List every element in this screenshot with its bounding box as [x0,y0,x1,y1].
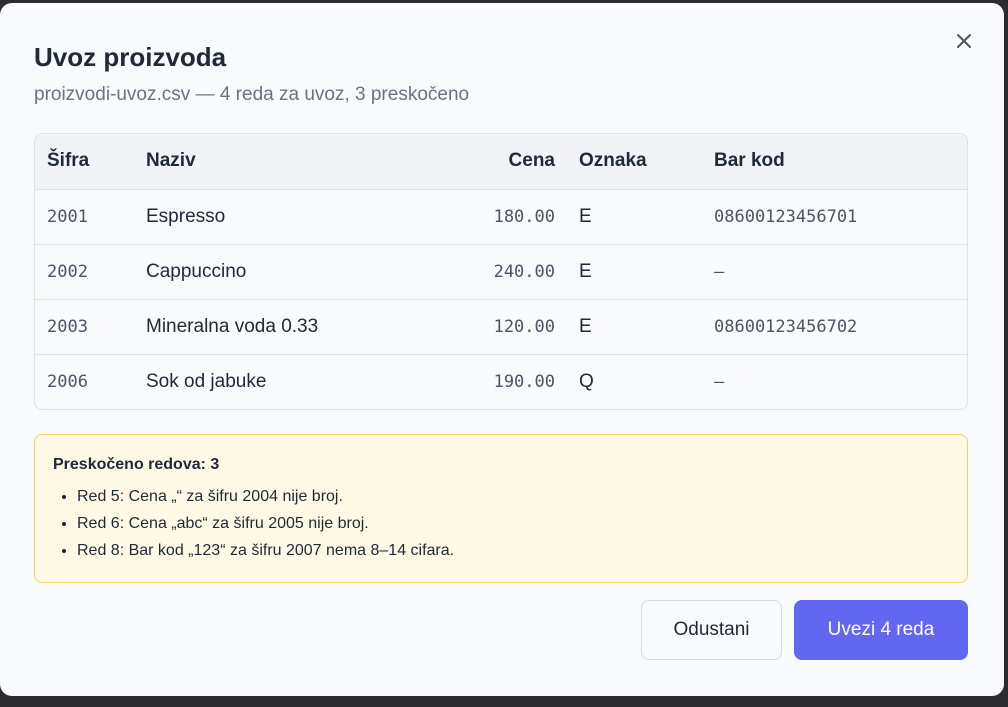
table-row: 2003 Mineralna voda 0.33 120.00 E 086001… [35,299,967,354]
cell-barcode: — [714,371,725,392]
cell-tag: E [579,205,592,227]
table-row: 2006 Sok od jabuke 190.00 Q — [35,354,967,409]
close-icon[interactable] [954,31,974,51]
dialog-subtitle: proizvodi-uvoz.csv — 4 reda za uvoz, 3 p… [34,84,470,105]
header-tag: Oznaka [567,134,702,189]
table-row: 2002 Cappuccino 240.00 E — [35,244,967,299]
header-barcode: Bar kod [702,134,967,189]
dialog-actions: Odustani Uvezi 4 reda [641,600,968,660]
dialog-title: Uvoz proizvoda [34,42,227,72]
cell-price: 180.00 [493,206,555,227]
cell-price: 190.00 [493,371,555,392]
cell-sku: 2003 [47,316,88,337]
cell-name: Sok od jabuke [146,370,267,392]
cell-sku: 2006 [47,371,88,392]
cell-barcode: 08600123456701 [714,206,858,227]
cell-sku: 2001 [47,206,88,227]
warning-item: Red 8: Bar kod „123“ za šifru 2007 nema … [77,537,949,564]
table-header-row: Šifra Naziv Cena Oznaka Bar kod [35,134,967,189]
warning-item: Red 5: Cena „“ za šifru 2004 nije broj. [77,483,949,510]
cell-name: Espresso [146,205,226,227]
cell-tag: E [579,260,592,282]
cell-barcode: — [714,261,725,282]
import-dialog: Uvoz proizvoda proizvodi-uvoz.csv — 4 re… [0,3,1004,696]
import-button[interactable]: Uvezi 4 reda [794,600,968,660]
skipped-rows-warning: Preskočeno redova: 3 Red 5: Cena „“ za š… [34,434,968,583]
cell-name: Cappuccino [146,260,247,282]
cell-price: 120.00 [493,316,555,337]
warning-item: Red 6: Cena „abc“ za šifru 2005 nije bro… [77,510,949,537]
preview-table: Šifra Naziv Cena Oznaka Bar kod 2001 Esp… [34,133,968,410]
warning-list: Red 5: Cena „“ za šifru 2004 nije broj. … [53,483,949,564]
header-sku: Šifra [35,134,134,189]
cell-price: 240.00 [493,261,555,282]
cell-tag: Q [579,370,594,392]
header-name: Naziv [134,134,424,189]
table-row: 2001 Espresso 180.00 E 08600123456701 [35,189,967,244]
warning-title: Preskočeno redova: 3 [53,456,220,473]
cancel-button[interactable]: Odustani [641,600,782,660]
cell-name: Mineralna voda 0.33 [146,315,319,337]
cell-sku: 2002 [47,261,88,282]
header-price: Cena [424,134,567,189]
cell-barcode: 08600123456702 [714,316,858,337]
cell-tag: E [579,315,592,337]
